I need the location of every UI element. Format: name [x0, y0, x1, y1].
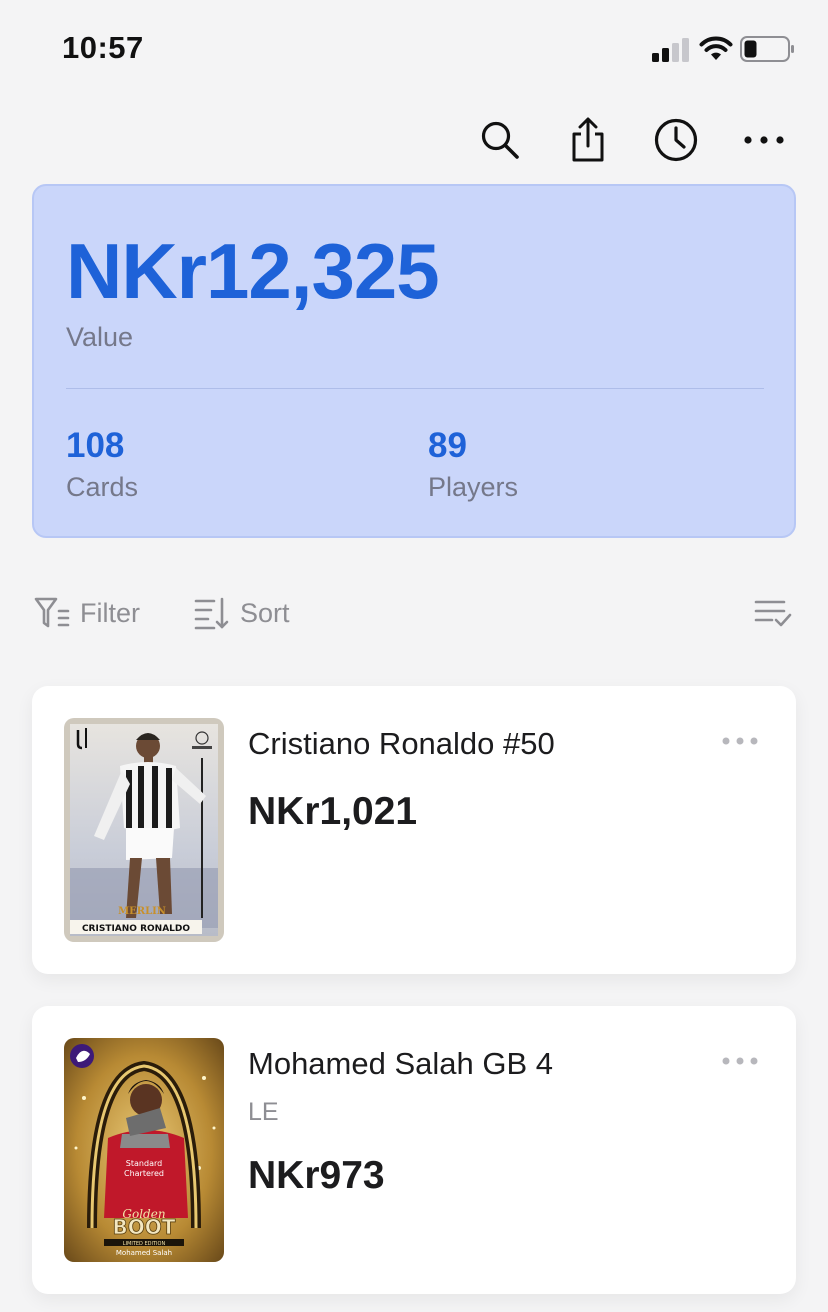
status-bar: 10:57: [0, 0, 828, 100]
card-title: Mohamed Salah GB 4: [248, 1046, 554, 1081]
svg-text:Chartered: Chartered: [124, 1169, 164, 1178]
filter-icon: [34, 597, 70, 628]
cellular-signal-icon: [652, 38, 689, 62]
battery-icon: [740, 36, 794, 62]
card-more-icon[interactable]: [720, 1050, 760, 1072]
search-icon: [481, 121, 519, 159]
salah-card-caption: Mohamed Salah: [116, 1249, 172, 1257]
filter-sort-bar: Filter Sort: [0, 590, 828, 636]
history-button[interactable]: [646, 110, 706, 170]
svg-text:Standard: Standard: [126, 1159, 162, 1168]
status-time: 10:57: [62, 30, 144, 65]
ronaldo-card-caption: CRISTIANO RONALDO: [82, 924, 190, 934]
players-count: 89: [428, 426, 467, 465]
sort-button[interactable]: Sort: [194, 590, 290, 636]
salah-card-brand: BOOT: [113, 1215, 176, 1239]
card-title: Cristiano Ronaldo #50: [248, 726, 555, 761]
card-image: Standard Chartered Golden BOOT LIMITED E…: [64, 1038, 224, 1262]
total-value: NKr12,325: [66, 227, 440, 315]
share-icon: [572, 117, 604, 162]
filter-button[interactable]: Filter: [34, 590, 140, 636]
card-subtitle: LE: [248, 1098, 279, 1126]
card-price: NKr973: [248, 1154, 385, 1197]
wifi-icon: [699, 36, 733, 60]
checklist-icon: [754, 600, 792, 627]
sort-icon: [194, 597, 229, 630]
more-options-button[interactable]: [734, 110, 794, 170]
clock-icon: [654, 118, 698, 162]
cards-count: 108: [66, 426, 125, 465]
search-button[interactable]: [470, 110, 530, 170]
players-label: Players: [428, 472, 519, 502]
cards-label: Cards: [66, 472, 139, 502]
top-toolbar: [0, 110, 828, 170]
sort-label: Sort: [240, 597, 290, 628]
divider: [66, 388, 764, 389]
ronaldo-card-brand: MERLIN: [118, 906, 166, 917]
card-price: NKr1,021: [248, 790, 418, 833]
share-button[interactable]: [558, 110, 618, 170]
card-list-item[interactable]: CRISTIANO RONALDO MERLIN Cristiano Ronal…: [32, 686, 796, 974]
select-button[interactable]: [754, 590, 792, 636]
more-icon: [744, 136, 784, 144]
value-label: Value: [66, 322, 134, 352]
card-list-item[interactable]: Standard Chartered Golden BOOT LIMITED E…: [32, 1006, 796, 1294]
svg-text:LIMITED EDITION: LIMITED EDITION: [123, 1241, 166, 1247]
card-more-icon[interactable]: [720, 730, 760, 752]
filter-label: Filter: [80, 597, 140, 628]
card-image: CRISTIANO RONALDO MERLIN: [64, 718, 224, 942]
salah-card-image: Standard Chartered Golden BOOT LIMITED E…: [64, 1038, 224, 1262]
ronaldo-card-image: CRISTIANO RONALDO MERLIN: [64, 718, 224, 942]
collection-summary: NKr12,325 Value 108 Cards 89 Players: [32, 184, 796, 538]
